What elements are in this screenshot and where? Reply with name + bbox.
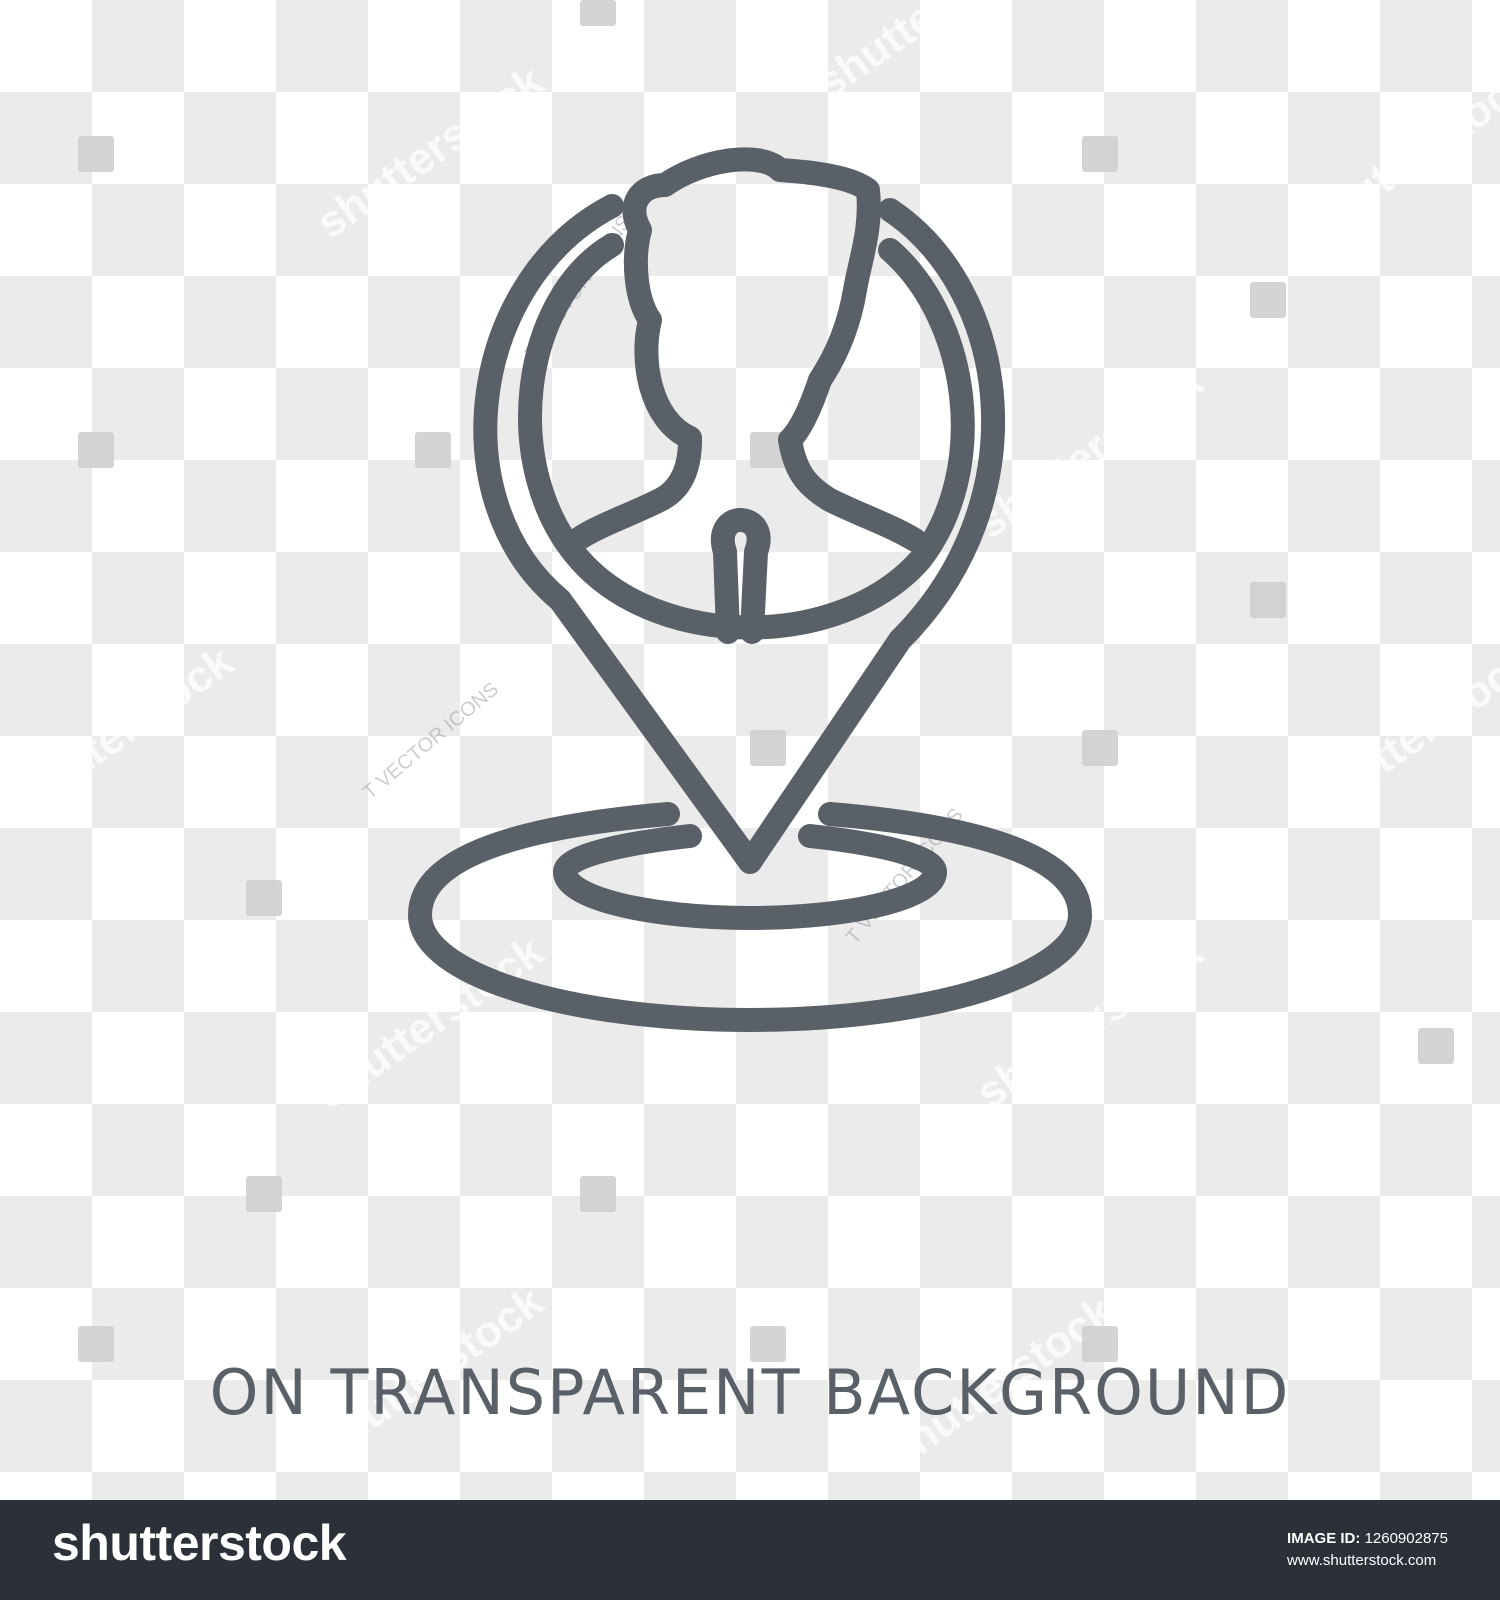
businessman-location-pin-icon — [408, 147, 1092, 1032]
person-head — [622, 147, 881, 452]
site-url: www.shutterstock.com — [1287, 1551, 1437, 1569]
image-id-value: 1260902875 — [1364, 1530, 1448, 1547]
person-tie — [710, 508, 771, 644]
person-shoulders — [568, 428, 702, 550]
person-shoulders — [778, 428, 927, 552]
image-id-line: IMAGE ID: 1260902875 — [1287, 1528, 1448, 1550]
brand-logo: shutterstock — [52, 1515, 347, 1571]
caption-text: ON TRANSPARENT BACKGROUND — [209, 1356, 1291, 1429]
image-meta: IMAGE ID: 1260902875 www.shutterstock.co… — [1287, 1528, 1448, 1572]
image-id-label: IMAGE ID: — [1287, 1530, 1361, 1547]
footer-bar: shutterstock IMAGE ID: 1260902875 www.sh… — [0, 1500, 1500, 1600]
stock-image-preview: shutterstock shutterstock shutterstock s… — [0, 0, 1500, 1600]
